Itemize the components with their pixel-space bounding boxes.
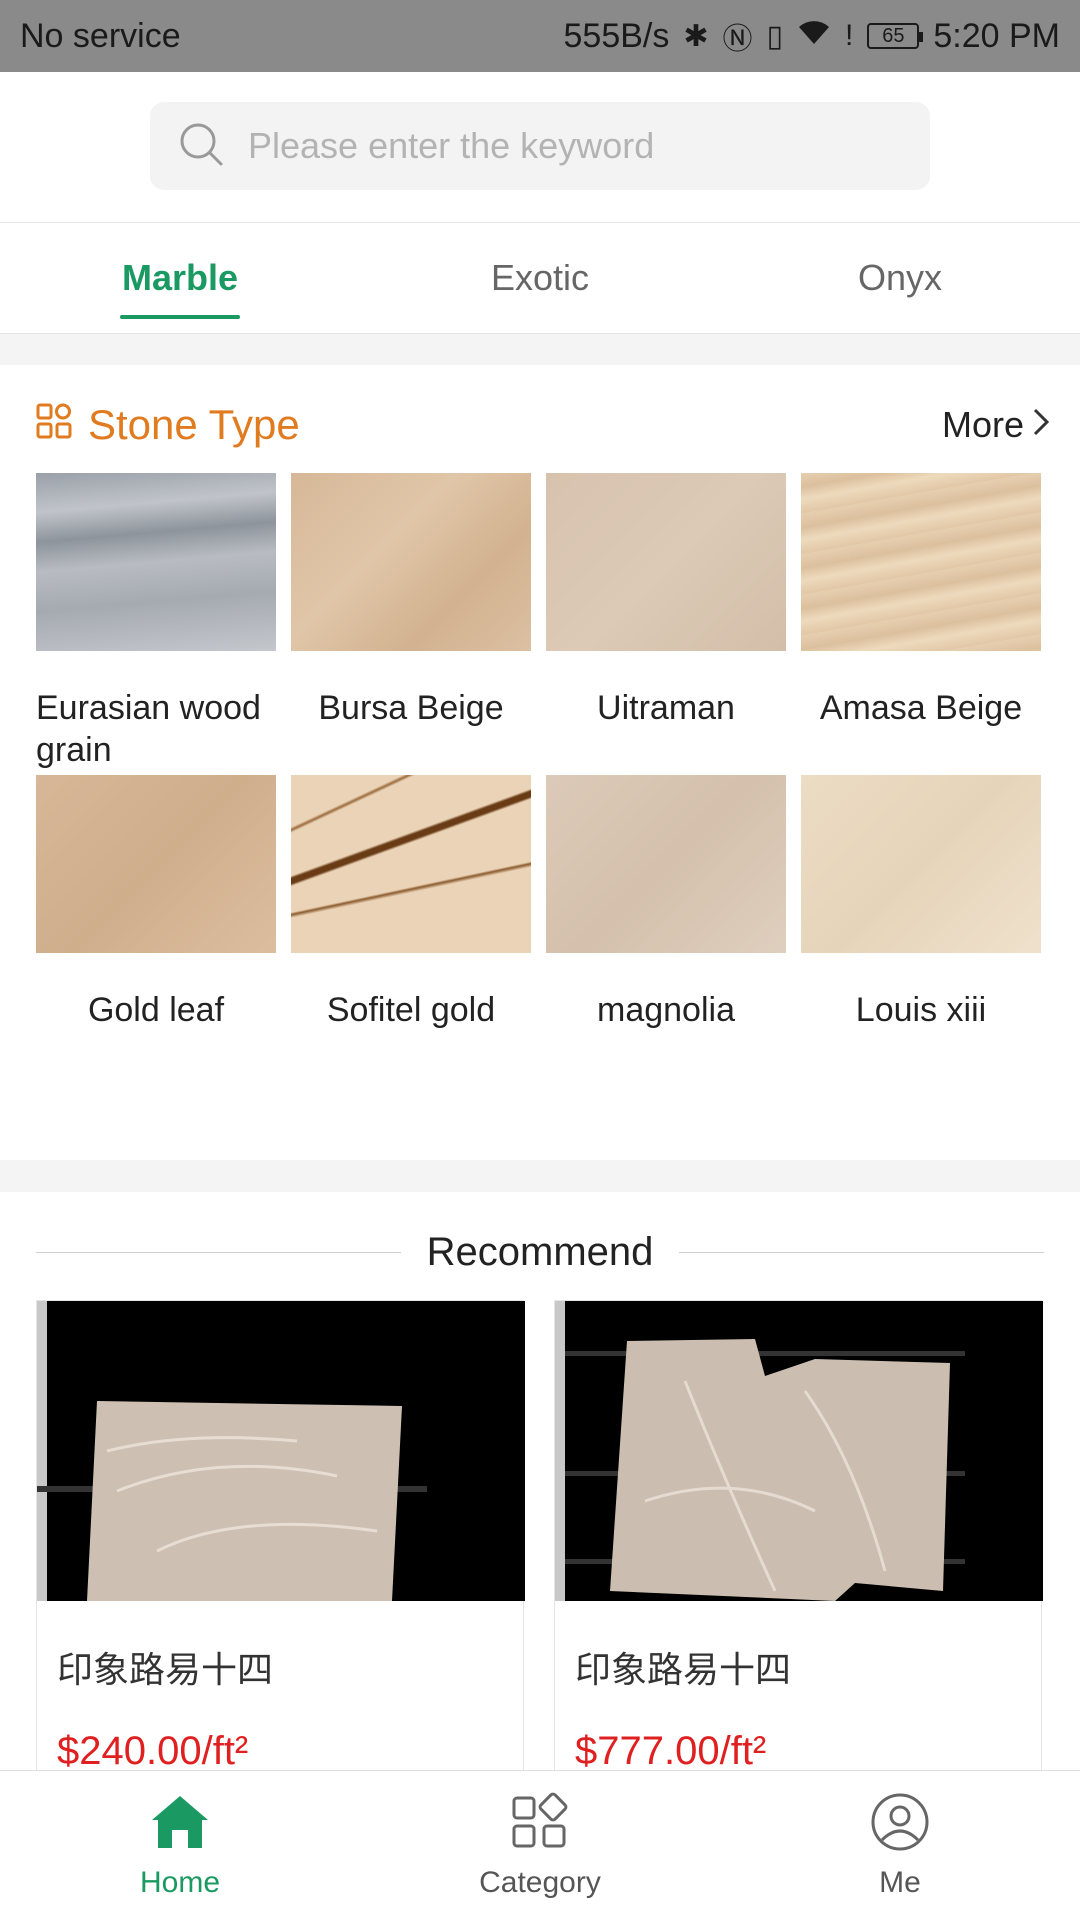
status-bar: No service 555B/s ✱ Ⓝ ▯ ! 65 5:20 PM: [0, 0, 1080, 72]
product-card[interactable]: 印象路易十四 $777.00/ft²: [554, 1300, 1043, 1772]
wifi-icon: [797, 18, 831, 54]
product-image: [37, 1301, 525, 1601]
search-icon: [178, 121, 224, 172]
search-box[interactable]: [150, 102, 930, 190]
battery-icon: 65: [867, 23, 924, 49]
category-icon: [508, 1792, 572, 1866]
section-header: Stone Type More: [36, 395, 1050, 455]
bottom-nav: Home Category Me: [0, 1770, 1080, 1921]
stone-item[interactable]: Louis xiii: [801, 775, 1041, 1077]
battery-level: 65: [882, 24, 905, 47]
stone-grid: Eurasian wood grain Bursa Beige Uitraman…: [36, 473, 1042, 1077]
stone-item[interactable]: Gold leaf: [36, 775, 276, 1077]
product-price: $240.00/ft²: [57, 1729, 249, 1772]
chevron-right-icon: [1032, 404, 1050, 446]
stone-item[interactable]: Sofitel gold: [291, 775, 531, 1077]
stone-item[interactable]: Uitraman: [546, 473, 786, 775]
profile-icon: [868, 1792, 932, 1866]
stone-label: magnolia: [597, 991, 735, 1029]
stone-swatch: [36, 775, 276, 953]
stone-swatch: [36, 473, 276, 651]
stone-item[interactable]: Eurasian wood grain: [36, 473, 276, 775]
product-card[interactable]: 印象路易十四 $240.00/ft²: [36, 1300, 525, 1772]
stone-label: Amasa Beige: [819, 689, 1023, 727]
tab-marble[interactable]: Marble: [0, 223, 360, 333]
product-name: 印象路易十四: [57, 1649, 274, 1690]
recommend-section: Recommend 印象路易十四 $240.00/ft² 印象路易十四 $777…: [0, 1192, 1080, 1772]
stone-type-section: Stone Type More Eurasian wood grain Burs…: [0, 365, 1080, 1160]
stone-item[interactable]: Bursa Beige: [291, 473, 531, 775]
stone-item[interactable]: magnolia: [546, 775, 786, 1077]
more-label: More: [941, 404, 1024, 445]
stone-label: Bursa Beige: [318, 689, 504, 727]
status-icons: 555B/s ✱ Ⓝ ▯ ! 65 5:20 PM: [564, 14, 1060, 58]
stone-swatch: [291, 473, 531, 651]
divider: [36, 1251, 401, 1253]
product-price: $777.00/ft²: [575, 1729, 767, 1772]
nav-me-label: Me: [879, 1866, 921, 1899]
stone-label: Sofitel gold: [326, 991, 496, 1029]
stone-item[interactable]: Amasa Beige: [801, 473, 1041, 775]
bluetooth-icon: ✱: [683, 19, 709, 53]
nav-home[interactable]: Home: [0, 1771, 360, 1921]
carrier-text: No service: [20, 16, 181, 55]
stone-label: Louis xiii: [855, 991, 987, 1029]
nav-category[interactable]: Category: [360, 1771, 720, 1921]
nav-home-label: Home: [139, 1866, 221, 1899]
stone-label: Eurasian wood grain: [36, 689, 261, 769]
grid-icon: [36, 401, 72, 449]
tab-exotic[interactable]: Exotic: [360, 223, 720, 333]
divider: [679, 1251, 1045, 1253]
search-bar: [0, 72, 1080, 223]
category-tabs: Marble Exotic Onyx: [0, 223, 1080, 334]
product-name: 印象路易十四: [575, 1649, 792, 1690]
stone-swatch: [546, 775, 786, 953]
recommend-header: Recommend: [36, 1222, 1045, 1282]
stone-swatch: [801, 775, 1041, 953]
stone-type-title: Stone Type: [88, 401, 300, 448]
product-list: 印象路易十四 $240.00/ft² 印象路易十四 $777.00/ft²: [36, 1300, 1043, 1772]
net-speed: 555B/s: [563, 16, 670, 55]
stone-label: Uitraman: [597, 689, 735, 727]
stone-swatch: [291, 775, 531, 953]
alert-icon: !: [845, 19, 854, 52]
nav-me[interactable]: Me: [720, 1771, 1080, 1921]
stone-swatch: [546, 473, 786, 651]
recommend-title: Recommend: [426, 1229, 654, 1274]
clock: 5:20 PM: [933, 16, 1060, 55]
stone-swatch: [801, 473, 1041, 651]
product-image: [555, 1301, 1043, 1601]
more-button[interactable]: More: [942, 404, 1050, 446]
search-input[interactable]: [246, 124, 890, 168]
nfc-icon: Ⓝ: [722, 23, 753, 56]
section-title: Stone Type: [36, 401, 300, 449]
nav-category-label: Category: [479, 1866, 601, 1899]
tab-onyx[interactable]: Onyx: [720, 223, 1080, 333]
vibrate-icon: ▯: [766, 19, 784, 53]
home-icon: [148, 1792, 212, 1866]
stone-label: Gold leaf: [87, 991, 225, 1029]
